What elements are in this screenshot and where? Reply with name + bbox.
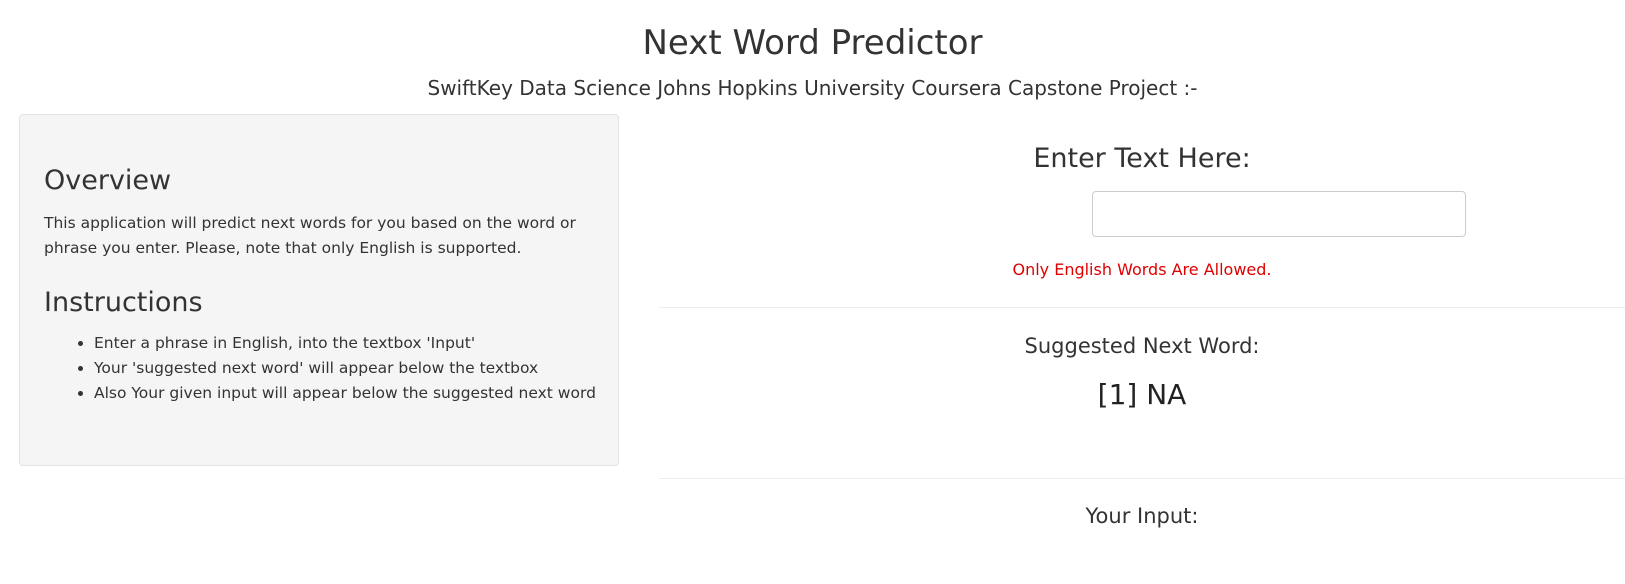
overview-heading: Overview (44, 165, 172, 196)
page-subtitle: SwiftKey Data Science Johns Hopkins Univ… (427, 76, 1198, 100)
instruction-item: Your 'suggested next word' will appear b… (94, 356, 614, 381)
instructions-heading: Instructions (44, 287, 203, 318)
english-only-warning: Only English Words Are Allowed. (1012, 260, 1272, 279)
suggested-next-word-value: [1] NA (1097, 378, 1187, 411)
page-title: Next Word Predictor (642, 23, 983, 63)
instruction-item: Also Your given input will appear below … (94, 381, 614, 406)
enter-text-label: Enter Text Here: (1033, 143, 1251, 174)
divider (659, 478, 1625, 479)
page: Next Word Predictor SwiftKey Data Scienc… (0, 0, 1625, 584)
sidebar-panel: Overview This application will predict n… (19, 114, 619, 466)
main-panel: Enter Text Here: Only English Words Are … (659, 114, 1625, 584)
suggested-next-word-label: Suggested Next Word: (1024, 334, 1260, 358)
your-input-label: Your Input: (1085, 504, 1199, 528)
overview-text: This application will predict next words… (44, 214, 576, 257)
instruction-item: Enter a phrase in English, into the text… (94, 331, 614, 356)
instructions-list: Enter a phrase in English, into the text… (44, 331, 614, 406)
text-input[interactable] (1092, 191, 1466, 237)
divider (659, 307, 1625, 308)
